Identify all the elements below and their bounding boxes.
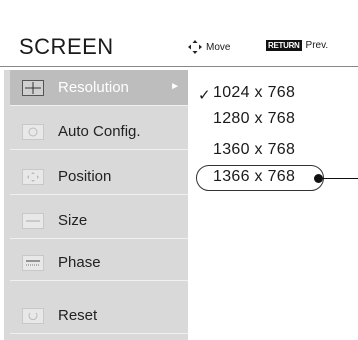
return-hint: RETURN Prev. [266,40,328,51]
menu-item-position[interactable]: Position [10,159,188,195]
move-hint: Move [188,40,230,54]
checkmark-icon: ✓ [198,87,211,104]
move-arrows-icon [188,40,202,54]
page-title: SCREEN [19,34,114,59]
menu-item-resolution[interactable]: Resolution ► [10,70,188,106]
resolution-option-1366[interactable]: 1366 x 768 [213,168,295,186]
header-divider [0,66,358,67]
pointer-leader-line [322,178,358,179]
screen-menu: Resolution ► Auto Config. Position Size … [4,70,188,340]
reset-icon [22,307,44,324]
crosshair-icon [22,79,44,96]
return-hint-label: Prev. [305,40,329,51]
phase-icon [22,254,44,271]
menu-item-label: Phase [58,254,101,271]
return-key-badge: RETURN [266,40,302,51]
menu-item-label: Auto Config. [58,123,141,140]
position-icon [22,168,44,185]
menu-item-phase[interactable]: Phase [10,245,188,281]
menu-item-auto-config[interactable]: Auto Config. [10,114,188,150]
menu-item-size[interactable]: Size [10,203,188,239]
move-hint-label: Move [206,41,231,53]
menu-item-label: Size [58,212,88,229]
menu-item-label: Position [58,168,112,185]
resolution-option-1024[interactable]: 1024 x 768 [213,84,295,102]
menu-item-label: Reset [58,307,98,324]
size-icon [22,212,44,229]
auto-config-icon [22,123,44,140]
resolution-option-1280[interactable]: 1280 x 768 [213,110,295,128]
menu-item-reset[interactable]: Reset [10,298,188,334]
resolution-option-1360[interactable]: 1360 x 768 [213,141,295,159]
menu-item-label: Resolution [58,79,129,96]
submenu-arrow-icon: ► [170,81,180,92]
